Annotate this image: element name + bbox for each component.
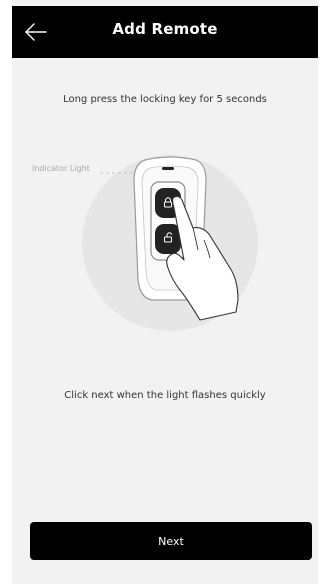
screen: Add Remote Long press the locking key fo… — [12, 0, 318, 584]
unlock-button — [155, 224, 181, 254]
app-header: Add Remote — [12, 6, 318, 58]
instruction-click-next: Click next when the light flashes quickl… — [64, 390, 266, 401]
instruction-long-press: Long press the locking key for 5 seconds — [63, 94, 267, 105]
next-button[interactable]: Next — [30, 522, 312, 560]
page-title: Add Remote — [112, 20, 218, 38]
indicator-light — [162, 167, 174, 170]
remote-illustration — [82, 155, 258, 331]
